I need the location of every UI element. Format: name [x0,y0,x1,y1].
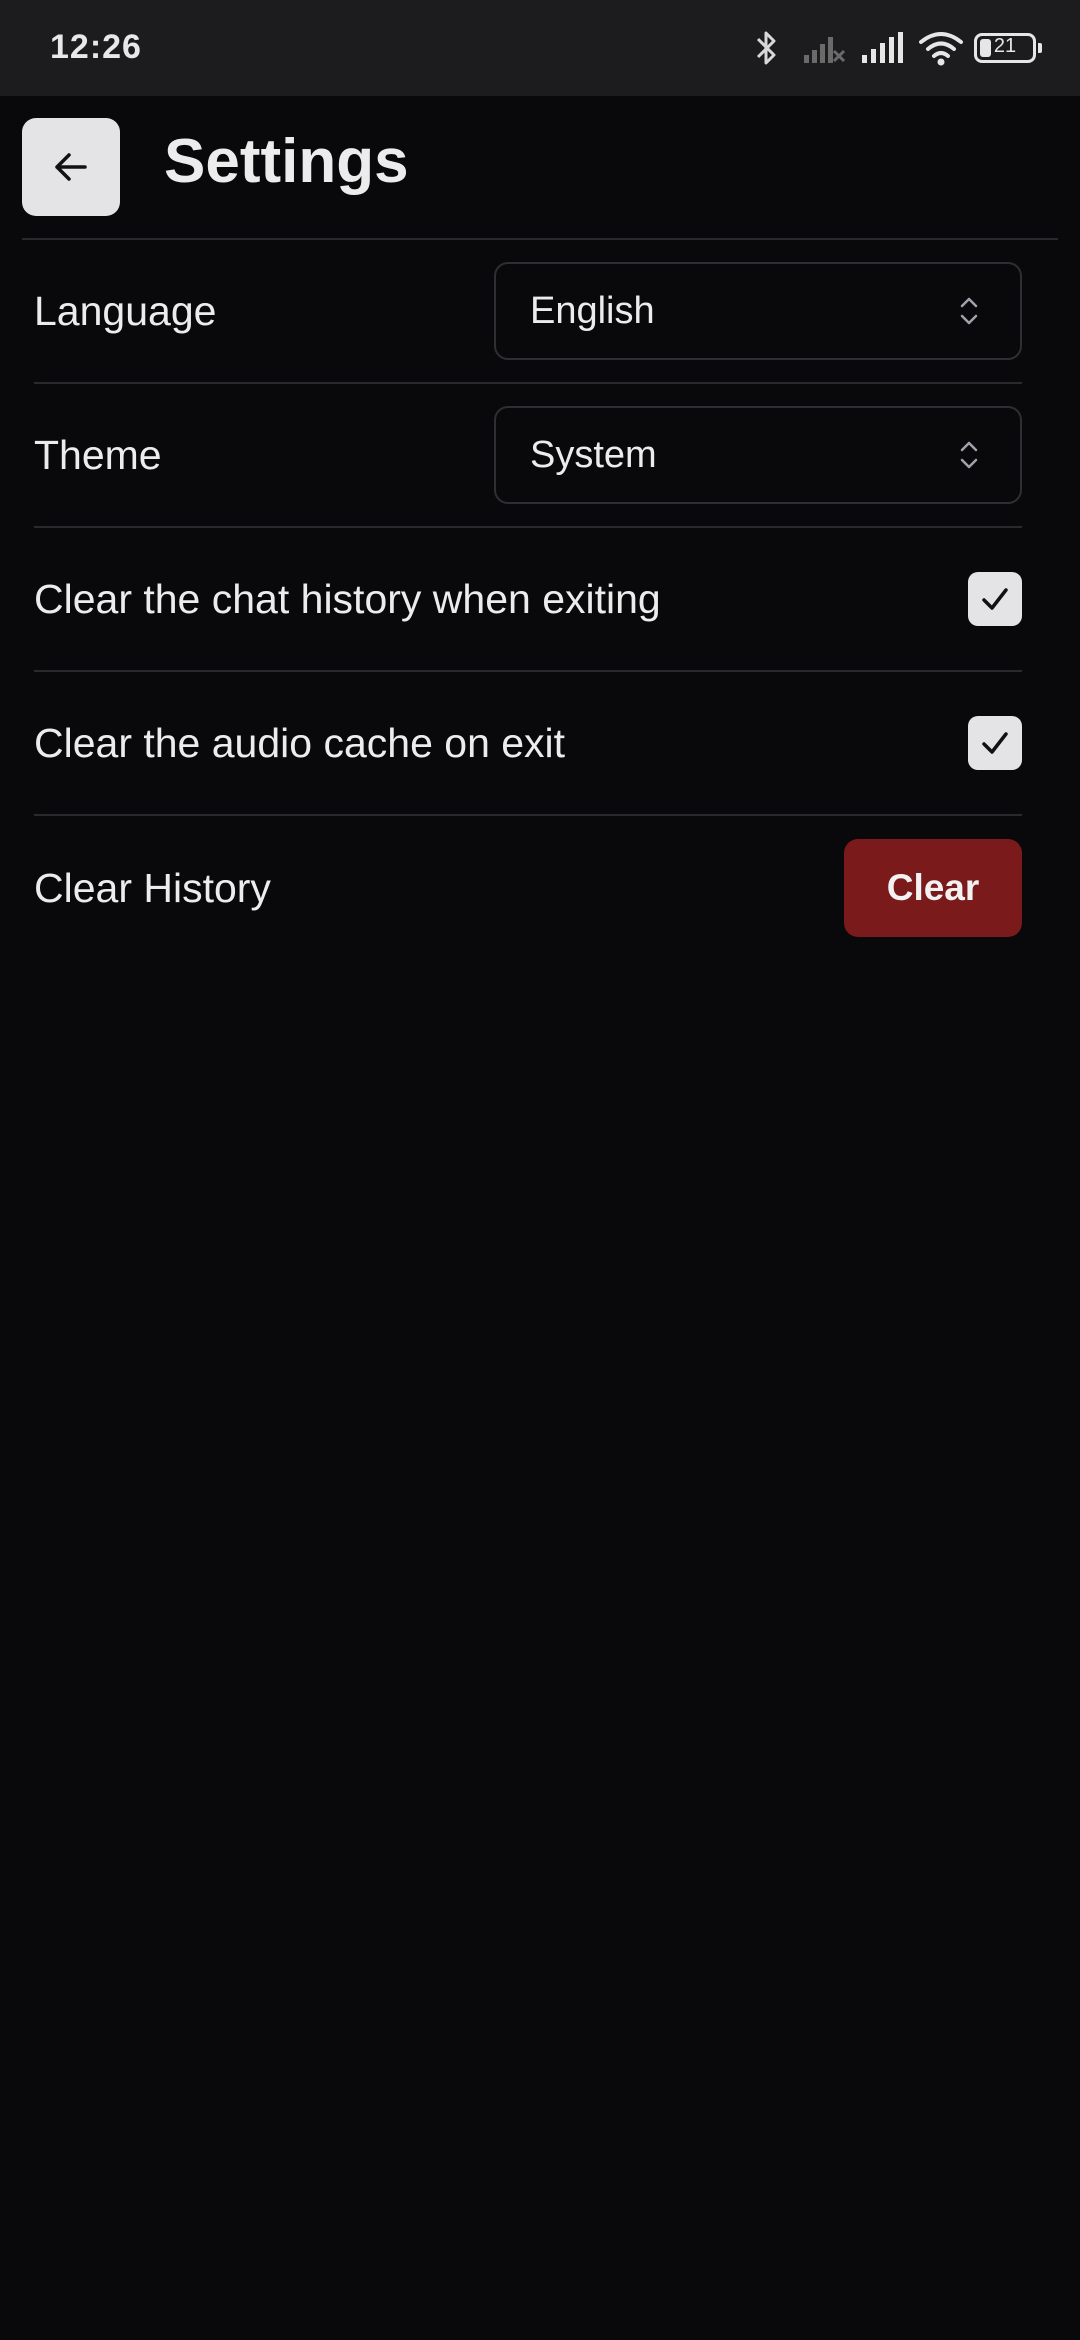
page-title: Settings [164,127,409,196]
theme-select[interactable]: System [494,406,1022,504]
battery-level: 21 [993,35,1017,57]
clear-history-button[interactable]: Clear [844,839,1022,937]
back-button[interactable] [22,118,120,216]
theme-value: System [530,433,657,476]
check-icon [982,588,1008,610]
clear-chat-on-exit-row: Clear the chat history when exiting [34,528,1022,672]
status-bar: 12:26 21 [0,0,1080,96]
battery-icon: 21 [974,33,1042,63]
clear-history-row: Clear History Clear [34,816,1022,960]
clear-audio-on-exit-row: Clear the audio cache on exit [34,672,1022,816]
language-select[interactable]: English [494,262,1022,360]
chevron-up-down-icon [960,441,978,469]
chevron-up-down-icon [960,297,978,325]
status-icons: 21 [752,28,1042,68]
theme-label: Theme [34,431,162,478]
clear-audio-on-exit-checkbox[interactable] [968,716,1022,770]
signal-icon [860,31,904,65]
settings-list: Language English Theme System Clear the … [34,240,1022,960]
clear-audio-on-exit-label: Clear the audio cache on exit [34,719,566,766]
check-icon [982,732,1008,754]
language-value: English [530,289,655,332]
bluetooth-icon [752,29,782,67]
arrow-left-icon [55,153,87,181]
theme-row: Theme System [34,384,1022,528]
clear-chat-on-exit-checkbox[interactable] [968,572,1022,626]
app-header: Settings [0,96,1080,240]
clear-history-label: Clear History [34,864,271,911]
clear-chat-on-exit-label: Clear the chat history when exiting [34,575,661,622]
status-time: 12:26 [50,28,142,66]
signal-off-icon [802,31,846,65]
language-label: Language [34,287,217,334]
language-row: Language English [34,240,1022,384]
wifi-icon [918,30,964,66]
